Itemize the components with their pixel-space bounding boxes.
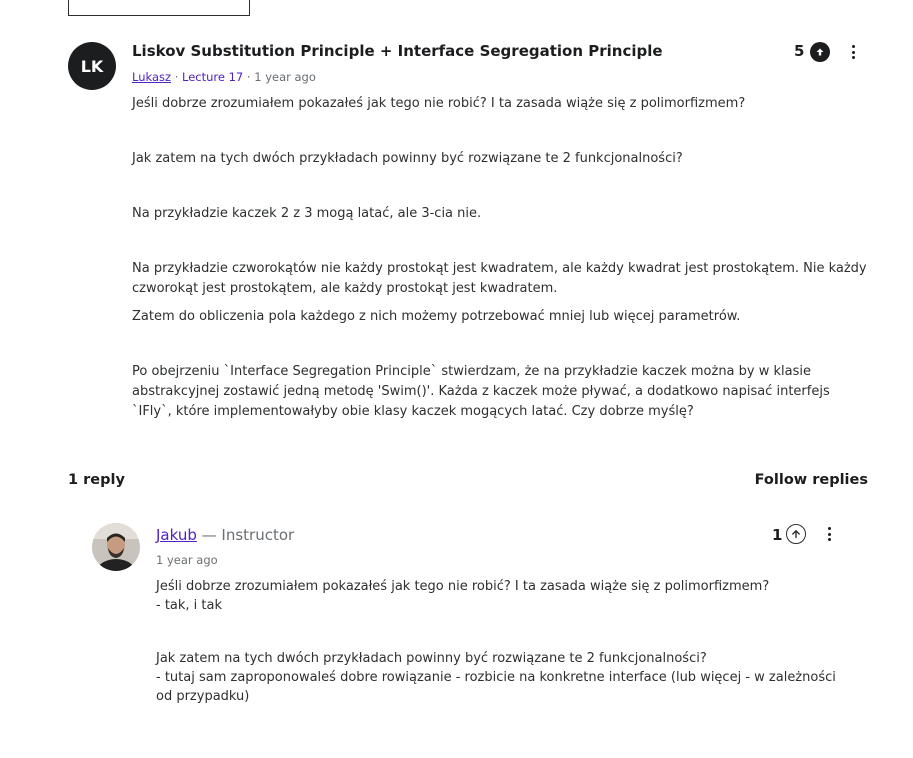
upvote-button[interactable] [810,42,830,62]
previous-item-box [68,0,250,16]
reply-line: Jeśli dobrze zrozumiałem pokazałeś jak t… [156,579,770,594]
body-paragraph: Jeśli dobrze zrozumiałem pokazałeś jak t… [132,96,746,111]
question-time: 1 year ago [254,70,316,84]
author-link[interactable]: Lukasz [132,70,171,84]
instructor-role: — Instructor [196,526,295,544]
reply-vote-count: 1 [772,526,783,544]
instructor-name-link[interactable]: Jakub [156,526,197,544]
reply-body: Jeśli dobrze zrozumiałem pokazałeś jak t… [156,577,856,706]
reply-count: 1 reply [68,472,125,488]
question-vote-count: 5 [794,42,805,60]
kebab-menu-icon[interactable] [826,527,832,541]
kebab-menu-icon[interactable] [850,45,856,59]
instructor-avatar[interactable] [92,523,140,571]
body-paragraph: Na przykładzie kaczek 2 z 3 mogą latać, … [132,206,482,221]
arrow-up-circle-icon [792,530,800,539]
reply-line: - tutaj sam zaproponowaleś dobre rowiąza… [156,670,836,704]
lecture-link[interactable]: Lecture 17 [182,70,243,84]
reply-author: Jakub — Instructor [156,526,294,544]
body-paragraph: Na przykładzie czworokątów nie każdy pro… [132,261,867,296]
arrow-up-circle-icon [816,48,824,56]
follow-replies-button[interactable]: Follow replies [755,472,868,488]
body-paragraph: Po obejrzeniu `Interface Segregation Pri… [132,364,830,419]
question-meta: Lukasz · Lecture 17 · 1 year ago [132,70,316,84]
reply-upvote-button[interactable] [786,524,806,544]
meta-separator: · [246,70,251,84]
question-title[interactable]: Liskov Substitution Principle + Interfac… [132,42,663,60]
reply-line: Jak zatem na tych dwóch przykładach powi… [156,651,707,666]
reply-time: 1 year ago [156,553,218,567]
avatar[interactable]: LK [68,42,116,90]
body-paragraph: Zatem do obliczenia pola każdego z nich … [132,309,741,324]
body-paragraph: Jak zatem na tych dwóch przykładach powi… [132,151,683,166]
reply-line: - tak, i tak [156,598,223,613]
person-photo-icon [92,523,140,571]
question-body: Jeśli dobrze zrozumiałem pokazałeś jak t… [132,94,872,422]
meta-separator: · [174,70,179,84]
